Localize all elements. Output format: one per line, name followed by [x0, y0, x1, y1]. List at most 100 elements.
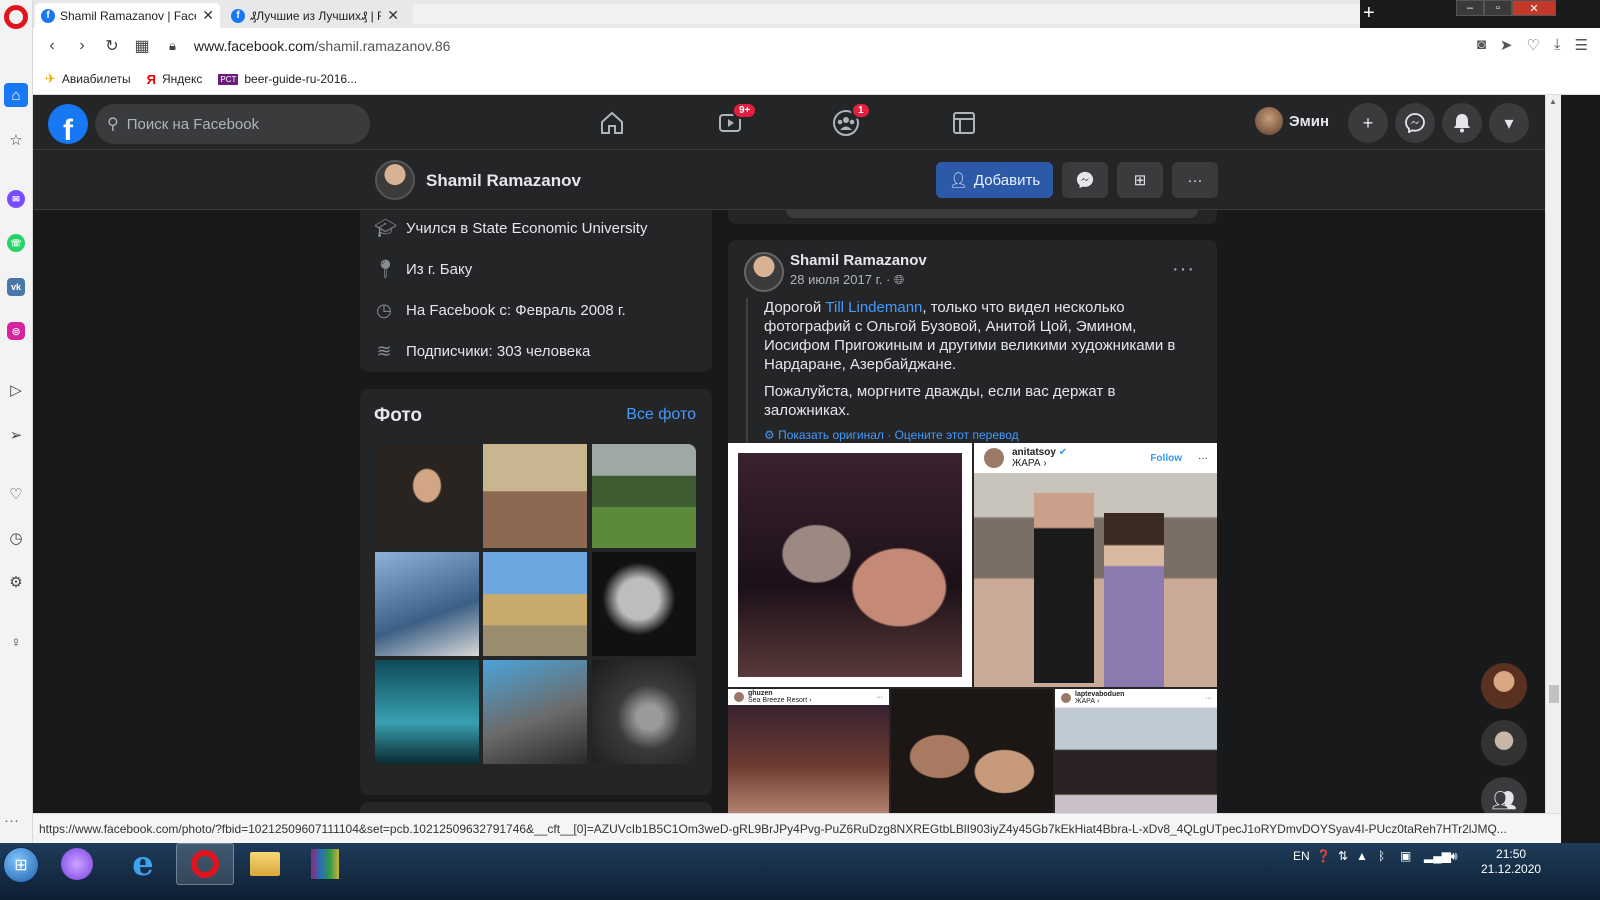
instagram-icon[interactable]: ◎: [4, 319, 28, 343]
see-all-photos-link[interactable]: Все фото: [626, 406, 696, 424]
post-photo[interactable]: [891, 689, 1053, 813]
public-globe-icon: 🌐︎: [893, 272, 905, 287]
device-icon[interactable]: ▣: [1400, 849, 1411, 863]
post-photo[interactable]: laptevaboduen ЖАРА › ···: [1055, 689, 1217, 813]
minimize-icon[interactable]: –: [1456, 0, 1484, 16]
lock-icon[interactable]: 🔒︎: [169, 38, 176, 54]
profile-avatar[interactable]: [375, 160, 415, 200]
signal-icon[interactable]: ▂▄▆: [1424, 849, 1451, 863]
intro-followers[interactable]: ≋ Подписчики: 303 человека: [374, 341, 590, 362]
tips-icon[interactable]: ♀: [4, 630, 28, 654]
tabs-grid-icon[interactable]: ▦: [127, 36, 157, 56]
facebook-logo-icon[interactable]: f: [48, 104, 88, 144]
photo-thumbnail[interactable]: [483, 660, 587, 764]
photo-thumbnail[interactable]: [375, 660, 479, 764]
bookmark-yandex[interactable]: Я Яндекс: [147, 72, 203, 87]
opera-task-icon[interactable]: [176, 843, 234, 885]
snapshot-icon[interactable]: ◙: [1477, 36, 1486, 54]
close-tab-icon[interactable]: ✕: [202, 7, 214, 24]
contact-avatar[interactable]: [1481, 663, 1527, 709]
photo-thumbnail[interactable]: [592, 444, 696, 548]
show-hidden-icons-icon[interactable]: ▲: [1356, 849, 1368, 863]
file-explorer-icon[interactable]: [236, 843, 294, 885]
bookmark-beer-guide[interactable]: PCT beer-guide-ru-2016...: [218, 72, 357, 86]
easy-setup-icon[interactable]: ☰: [1575, 36, 1588, 54]
photo-thumbnail[interactable]: [483, 444, 587, 548]
search-input[interactable]: [126, 115, 347, 133]
follow-button[interactable]: ⊞: [1117, 162, 1163, 198]
comment-input[interactable]: [786, 210, 1198, 218]
player-icon[interactable]: ▷: [4, 378, 28, 402]
vk-icon[interactable]: vk: [4, 275, 28, 299]
opera-logo-icon[interactable]: [4, 5, 28, 29]
home-nav-icon[interactable]: [597, 108, 627, 138]
photo-thumbnail[interactable]: [592, 660, 696, 764]
post-photo[interactable]: [728, 443, 972, 687]
new-tab-icon[interactable]: +: [1363, 2, 1375, 25]
new-group-chat-button[interactable]: 👥︎: [1481, 777, 1527, 813]
flow-icon[interactable]: ➢: [4, 423, 28, 447]
profile-name[interactable]: Shamil Ramazanov: [426, 171, 581, 191]
back-icon[interactable]: ‹: [37, 37, 67, 55]
tab-best-group[interactable]: f ₰Лучшие из Лучших₰ | F ✕: [225, 3, 405, 28]
tab-facebook-profile[interactable]: f Shamil Ramazanov | Faceb ✕: [35, 3, 220, 28]
watch-nav-icon[interactable]: 9+: [715, 102, 758, 138]
reload-icon[interactable]: ↻: [97, 36, 127, 56]
post-options-icon[interactable]: ···: [1172, 258, 1195, 281]
heart-icon[interactable]: ♡: [4, 482, 28, 506]
maximize-icon[interactable]: ▫: [1484, 0, 1512, 16]
messenger-icon[interactable]: ✉: [4, 187, 28, 211]
photo-thumbnail[interactable]: [483, 552, 587, 656]
account-menu-button[interactable]: ▾: [1489, 103, 1529, 143]
add-friend-button[interactable]: 👤︎ Добавить: [936, 162, 1053, 198]
groups-nav-icon[interactable]: 1: [831, 102, 871, 138]
start-button-icon[interactable]: ⊞: [3, 847, 39, 883]
photo-thumbnail[interactable]: [375, 444, 479, 548]
volume-icon[interactable]: 🔊︎: [1450, 849, 1458, 864]
bookmarks-icon[interactable]: ☆: [4, 128, 28, 152]
language-indicator[interactable]: EN: [1293, 849, 1310, 863]
internet-explorer-icon[interactable]: e: [114, 843, 172, 885]
network-tray-icon[interactable]: ⇅: [1338, 849, 1348, 863]
rate-translation-link[interactable]: Оцените этот перевод: [895, 428, 1019, 442]
heart-bookmark-icon[interactable]: ♡: [1526, 36, 1539, 54]
post-author[interactable]: Shamil Ramazanov: [790, 252, 927, 269]
post-photo[interactable]: ghuzen Sea Breeze Resort › ···: [728, 689, 889, 813]
profile-shortcut[interactable]: Эмин: [1255, 107, 1329, 135]
system-clock[interactable]: 21:50 21.12.2020: [1481, 847, 1541, 877]
education-icon: 🎓︎: [374, 218, 397, 238]
post-date[interactable]: 28 июля 2017 г. · 🌐︎: [790, 272, 904, 288]
url-field[interactable]: www.facebook.com/shamil.ramazanov.86: [194, 38, 451, 54]
winrar-icon[interactable]: [296, 843, 354, 885]
forward-icon[interactable]: ›: [67, 37, 97, 55]
contact-avatar[interactable]: [1481, 720, 1527, 766]
post-author-avatar[interactable]: [744, 252, 784, 292]
help-icon[interactable]: ❓: [1316, 849, 1331, 863]
alice-app-icon[interactable]: [48, 843, 106, 885]
history-icon[interactable]: ◷: [4, 526, 28, 550]
photo-thumbnail[interactable]: [592, 552, 696, 656]
message-button[interactable]: [1062, 162, 1108, 198]
close-window-icon[interactable]: ✕: [1512, 0, 1556, 16]
download-icon[interactable]: ⤓: [1554, 36, 1561, 54]
post-photo[interactable]: anitatsoy ✔ ЖАРА › Follow ···: [974, 443, 1217, 687]
search-box[interactable]: ⚲: [95, 104, 370, 144]
scrollbar-thumb[interactable]: [1549, 685, 1559, 703]
speed-dial-icon[interactable]: ⌂: [4, 83, 28, 107]
photo-thumbnail[interactable]: [375, 552, 479, 656]
show-original-link[interactable]: Показать оригинал: [778, 428, 884, 442]
notifications-button[interactable]: [1442, 103, 1482, 143]
gaming-nav-icon[interactable]: [949, 108, 979, 138]
whatsapp-icon[interactable]: ☏: [4, 231, 28, 255]
send-icon[interactable]: ➤: [1500, 36, 1513, 54]
bluetooth-icon[interactable]: ᛒ: [1378, 849, 1385, 863]
bookmark-avia[interactable]: ✈ Авиабилеты: [45, 71, 131, 87]
settings-icon[interactable]: ⚙: [4, 570, 28, 594]
close-tab-icon[interactable]: ✕: [387, 7, 399, 24]
messenger-button[interactable]: [1395, 103, 1435, 143]
sidebar-more-icon[interactable]: ···: [4, 812, 19, 829]
more-options-button[interactable]: ···: [1172, 162, 1218, 198]
create-button[interactable]: +: [1348, 103, 1388, 143]
page-scrollbar[interactable]: ▲: [1545, 95, 1561, 813]
mention-link[interactable]: Till Lindemann: [825, 299, 922, 316]
